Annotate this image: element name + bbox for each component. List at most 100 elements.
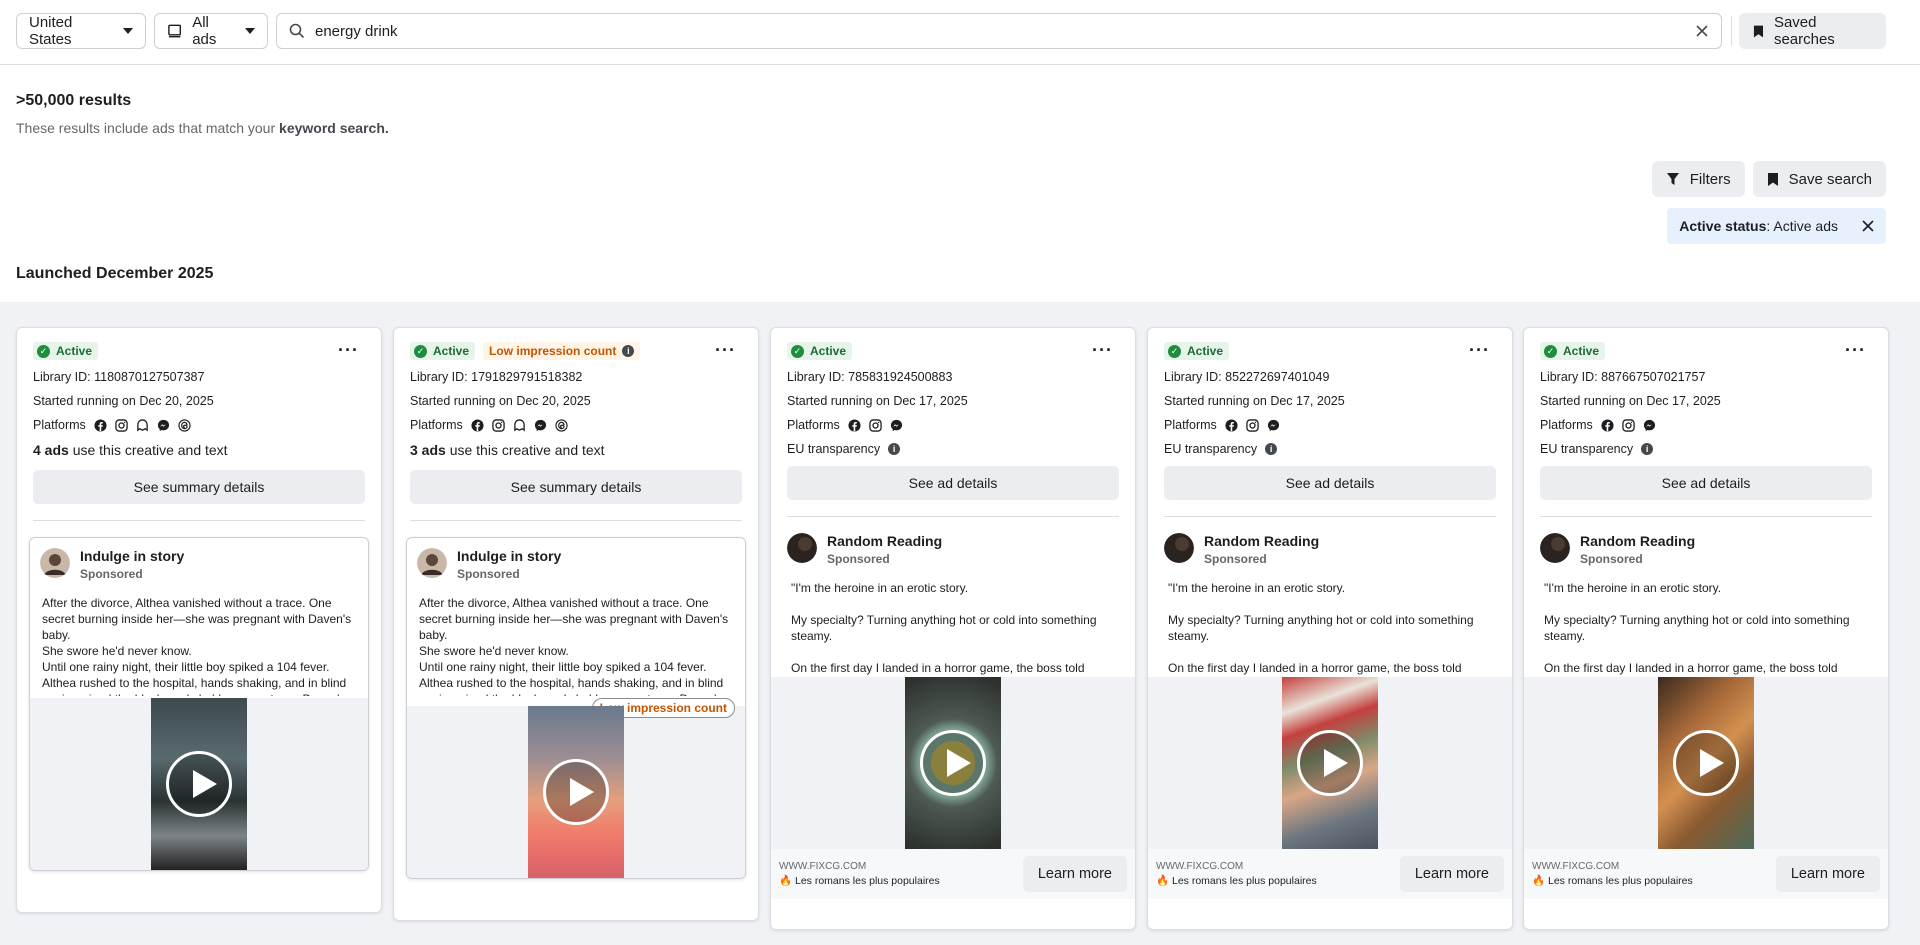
cta-title: 🔥 Les romans les plus populaires — [779, 875, 940, 887]
play-icon[interactable] — [920, 730, 986, 796]
video-thumbnail — [1282, 677, 1378, 849]
advertiser-name[interactable]: Random Reading — [1580, 533, 1695, 549]
ad-media[interactable] — [1148, 677, 1512, 849]
info-icon[interactable]: i — [888, 443, 901, 455]
results-desc-text: These results include ads that match you… — [16, 120, 276, 136]
messenger-icon — [1643, 419, 1655, 431]
ad-media[interactable] — [1524, 677, 1888, 849]
ad-preview[interactable]: Random Reading Sponsored "I'm the heroine… — [1148, 517, 1512, 899]
divider — [410, 520, 742, 521]
ads-count-text: use this creative and text — [68, 442, 228, 458]
audience-network-icon — [137, 418, 148, 431]
body-line: She swore he'd never know. — [42, 644, 192, 658]
ad-body-text: "I'm the heroine in an erotic story. My … — [771, 566, 1135, 691]
search-input[interactable]: energy drink — [276, 13, 1722, 49]
advertiser-name[interactable]: Random Reading — [827, 533, 942, 549]
ad-preview[interactable]: Indulge in story Sponsored After the divo… — [406, 537, 746, 879]
filters-button[interactable]: Filters — [1651, 161, 1745, 197]
ad-type-label: All ads — [192, 14, 217, 48]
search-value[interactable]: energy drink — [315, 23, 1685, 40]
ads-count-text: use this creative and text — [445, 442, 605, 458]
platforms-label: Platforms — [1164, 418, 1217, 432]
ad-body-text: "I'm the heroine in an erotic story. My … — [1148, 566, 1512, 691]
ad-card: ✓ Active ··· Library ID: 887667507021757 … — [1523, 327, 1889, 930]
audience-network-icon — [514, 418, 525, 431]
eu-transparency-row[interactable]: EU transparency i — [1540, 442, 1872, 456]
avatar — [417, 548, 447, 578]
see-ad-details-button[interactable]: See ad details — [1164, 466, 1496, 500]
remove-filter-icon[interactable] — [1862, 220, 1874, 232]
ad-preview[interactable]: Random Reading Sponsored "I'm the heroine… — [771, 517, 1135, 899]
more-options-icon[interactable]: ··· — [338, 340, 359, 361]
more-options-icon[interactable]: ··· — [1092, 340, 1113, 361]
learn-more-button[interactable]: Learn more — [1775, 856, 1880, 892]
ad-card: ✓ Active ··· Library ID: 1180870127507387… — [16, 327, 382, 913]
bookmark-icon — [1753, 25, 1764, 37]
saved-searches-label: Saved searches — [1773, 14, 1835, 48]
see-ad-details-button[interactable]: See ad details — [787, 466, 1119, 500]
ad-card: ✓ Active Low impression count i ··· Librar… — [393, 327, 759, 921]
results-count: >50,000 results — [16, 92, 132, 109]
check-icon: ✓ — [414, 344, 427, 358]
platforms-label: Platforms — [410, 418, 463, 432]
video-thumbnail — [905, 677, 1001, 849]
play-icon[interactable] — [1673, 730, 1739, 796]
platforms-row: Platforms — [1164, 418, 1496, 432]
video-thumbnail — [528, 706, 624, 878]
ad-preview[interactable]: Indulge in story Sponsored After the divo… — [29, 537, 369, 871]
active-status-filter-chip[interactable]: Active status: Active ads — [1667, 208, 1886, 244]
more-options-icon[interactable]: ··· — [715, 340, 736, 361]
platforms-label: Platforms — [787, 418, 840, 432]
status-badge: ✓ Active — [787, 342, 853, 360]
cta-url: WWW.FIXCG.COM — [779, 861, 867, 872]
more-options-icon[interactable]: ··· — [1469, 340, 1490, 361]
messenger-icon — [534, 419, 546, 431]
ad-media[interactable] — [30, 698, 368, 870]
chevron-down-icon — [123, 28, 133, 34]
check-icon: ✓ — [1544, 344, 1557, 358]
avatar — [40, 548, 70, 578]
body-line: My specialty? Turning anything hot or co… — [1168, 613, 1474, 643]
country-dropdown[interactable]: United States — [16, 13, 146, 49]
ad-media[interactable]: Low impression count — [407, 698, 745, 878]
facebook-icon — [848, 418, 861, 432]
clear-search-icon[interactable] — [1695, 24, 1709, 38]
filter-chip-label: Active status — [1679, 218, 1767, 234]
facebook-icon — [471, 418, 484, 432]
see-ad-details-button[interactable]: See ad details — [1540, 466, 1872, 500]
check-icon: ✓ — [1168, 344, 1181, 358]
cta-title: 🔥 Les romans les plus populaires — [1532, 875, 1693, 887]
play-icon[interactable] — [1297, 730, 1363, 796]
eu-transparency-row[interactable]: EU transparency i — [1164, 442, 1496, 456]
see-summary-details-button[interactable]: See summary details — [33, 470, 365, 504]
saved-searches-button[interactable]: Saved searches — [1739, 13, 1886, 49]
save-search-button[interactable]: Save search — [1752, 161, 1886, 197]
ad-preview[interactable]: Random Reading Sponsored "I'm the heroine… — [1524, 517, 1888, 899]
start-date: Started running on Dec 17, 2025 — [1164, 394, 1345, 408]
more-options-icon[interactable]: ··· — [1845, 340, 1866, 361]
status-label: Active — [1563, 344, 1600, 358]
sponsored-label: Sponsored — [1580, 552, 1643, 566]
learn-more-button[interactable]: Learn more — [1399, 856, 1504, 892]
advertiser-name[interactable]: Indulge in story — [80, 548, 184, 564]
learn-more-button[interactable]: Learn more — [1022, 856, 1127, 892]
filter-icon — [1666, 173, 1679, 185]
play-icon[interactable] — [166, 751, 232, 817]
info-icon[interactable]: i — [1265, 443, 1278, 455]
status-label: Active — [1187, 344, 1224, 358]
info-icon[interactable]: i — [1641, 443, 1654, 455]
see-summary-details-button[interactable]: See summary details — [410, 470, 742, 504]
info-icon[interactable]: i — [622, 345, 635, 357]
play-icon[interactable] — [543, 759, 609, 825]
body-line: "I'm the heroine in an erotic story. — [1168, 581, 1346, 595]
advertiser-name[interactable]: Random Reading — [1204, 533, 1319, 549]
platforms-row: Platforms — [1540, 418, 1872, 432]
results-desc-bold: keyword search. — [279, 120, 389, 136]
filters-label: Filters — [1689, 170, 1731, 188]
ad-media[interactable] — [771, 677, 1135, 849]
eu-transparency-row[interactable]: EU transparency i — [787, 442, 1119, 456]
body-line: "I'm the heroine in an erotic story. — [1544, 581, 1722, 595]
ad-type-dropdown[interactable]: All ads — [154, 13, 268, 49]
advertiser-name[interactable]: Indulge in story — [457, 548, 561, 564]
ads-count: 3 ads use this creative and text — [410, 442, 742, 458]
